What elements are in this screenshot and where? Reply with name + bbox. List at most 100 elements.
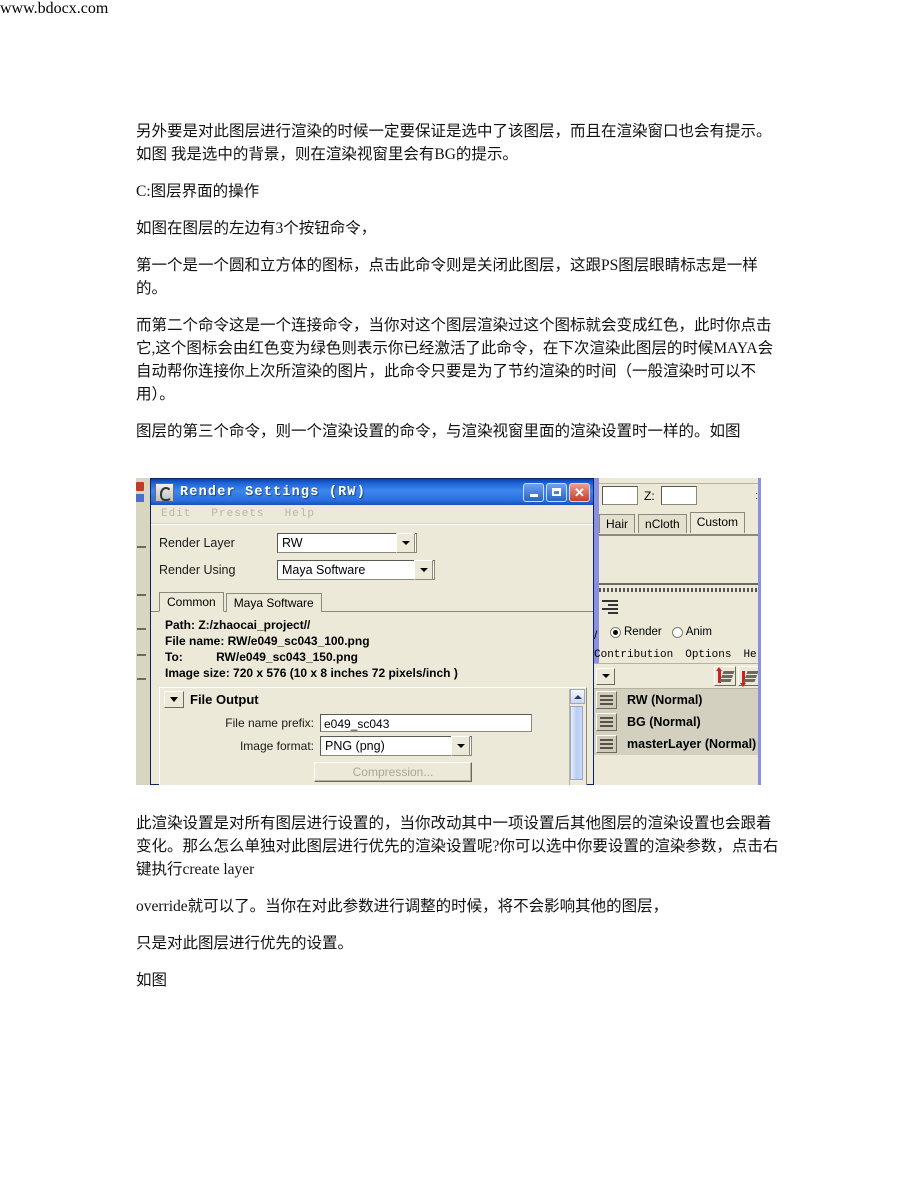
panel-tabs: Hair nCloth Custom bbox=[599, 512, 761, 533]
move-layer-down-button[interactable] bbox=[738, 666, 760, 687]
panel-right-edge bbox=[758, 478, 761, 785]
list-item[interactable]: RW (Normal) bbox=[594, 689, 761, 711]
sliver-divider-5 bbox=[137, 678, 146, 680]
coordinate-row: Z: bbox=[602, 486, 697, 505]
layer-visibility-icon[interactable] bbox=[596, 735, 617, 753]
render-layer-row: Render Layer RW bbox=[159, 531, 585, 555]
render-using-dropdown[interactable]: Maya Software bbox=[277, 560, 435, 580]
paragraph-9: 只是对此图层进行优先的设置。 bbox=[136, 935, 354, 952]
file-output-panel: File Output File name prefix: e049_sc043… bbox=[159, 687, 587, 785]
render-using-value: Maya Software bbox=[282, 563, 366, 577]
info-file-name: File name: RW/e049_sc043_100.png bbox=[165, 634, 370, 648]
render-using-row: Render Using Maya Software bbox=[159, 558, 585, 582]
radio-render-label: Render bbox=[624, 626, 662, 638]
file-output-header[interactable]: File Output bbox=[160, 688, 586, 710]
watermark-text: www.bdocx.com bbox=[0, 0, 109, 17]
radio-render[interactable]: Render bbox=[610, 626, 662, 638]
scroll-up-icon[interactable] bbox=[570, 689, 585, 704]
panel-separator-2 bbox=[599, 583, 761, 585]
radio-anim-icon bbox=[671, 626, 683, 638]
maximize-button[interactable] bbox=[546, 482, 567, 502]
tab-common[interactable]: Common bbox=[159, 592, 224, 612]
arrow-up-icon bbox=[716, 667, 722, 683]
compression-button[interactable]: Compression... bbox=[314, 762, 472, 782]
menu-bar: Edit Presets Help bbox=[151, 505, 593, 524]
layer-stack-icon bbox=[722, 671, 735, 674]
move-layer-up-button[interactable] bbox=[714, 666, 736, 686]
layer-stack-icon bbox=[746, 671, 759, 674]
paragraph-5: 而第二个命令这是一个连接命令，当你对这个图层渲染过这个图标就会变成红色，此时你点… bbox=[136, 317, 774, 403]
chevron-down-icon bbox=[451, 736, 470, 756]
paragraph-2: C:图层界面的操作 bbox=[136, 183, 260, 200]
document-body-lower: 此渲染设置是对所有图层进行设置的，当你改动其中一项设置后其他图层的渲染设置也会跟… bbox=[136, 812, 786, 1006]
render-layer-editor-fragment: Z: : Hair nCloth Custom / Render Anim Co… bbox=[594, 478, 761, 785]
sliver-red-icon bbox=[136, 482, 144, 491]
image-format-dropdown[interactable]: PNG (png) bbox=[320, 736, 472, 756]
panel-top-edge bbox=[599, 478, 761, 484]
window-title: Render Settings (RW) bbox=[180, 484, 367, 500]
z-coordinate-input[interactable] bbox=[660, 486, 697, 505]
sliver-divider-4 bbox=[137, 654, 146, 656]
maximize-icon bbox=[552, 488, 561, 496]
collapse-toggle-icon[interactable] bbox=[164, 691, 184, 708]
render-layer-list: RW (Normal) BG (Normal) masterLayer (Nor… bbox=[594, 689, 761, 755]
sliver-blue-icon bbox=[136, 494, 144, 502]
layer-visibility-icon[interactable] bbox=[596, 691, 617, 709]
menu-options[interactable]: Options bbox=[685, 649, 731, 661]
chevron-down-icon bbox=[414, 560, 433, 580]
info-image-size: Image size: 720 x 576 (10 x 8 inches 72 … bbox=[165, 666, 458, 680]
list-item[interactable]: BG (Normal) bbox=[594, 711, 761, 733]
tab-maya-software[interactable]: Maya Software bbox=[225, 593, 322, 612]
layer-name: BG (Normal) bbox=[627, 715, 701, 729]
maya-background-sliver bbox=[136, 478, 151, 785]
tab-ncloth[interactable]: nCloth bbox=[638, 514, 687, 533]
close-icon: ✕ bbox=[574, 484, 585, 500]
document-page: 另外要是对此图层进行渲染的时候一定要保证是选中了该图层，而且在渲染窗口也会有提示… bbox=[0, 0, 920, 1191]
layer-visibility-icon[interactable] bbox=[596, 713, 617, 731]
render-layer-dropdown[interactable]: RW bbox=[277, 533, 417, 553]
z-label: Z: bbox=[644, 488, 655, 503]
image-format-value: PNG (png) bbox=[325, 739, 385, 753]
file-name-prefix-row: File name prefix: e049_sc043 bbox=[160, 714, 586, 732]
toolbar-icon-group bbox=[714, 666, 761, 687]
list-item[interactable]: masterLayer (Normal) bbox=[594, 733, 761, 755]
panel-separator-1 bbox=[599, 534, 761, 536]
image-format-row: Image format: PNG (png) bbox=[160, 736, 586, 756]
scrollbar-thumb[interactable] bbox=[570, 706, 583, 780]
radio-anim[interactable]: Anim bbox=[671, 626, 712, 638]
render-using-label: Render Using bbox=[159, 563, 236, 577]
chevron-down-icon bbox=[396, 533, 415, 553]
list-view-icon[interactable] bbox=[602, 600, 618, 614]
y-coordinate-input[interactable] bbox=[602, 486, 638, 505]
paragraph-1: 另外要是对此图层进行渲染的时候一定要保证是选中了该图层，而且在渲染窗口也会有提示… bbox=[136, 123, 772, 163]
menu-edit[interactable]: Edit bbox=[161, 508, 191, 520]
minimize-button[interactable] bbox=[523, 482, 544, 502]
radio-anim-label: Anim bbox=[685, 626, 712, 638]
layer-name: masterLayer (Normal) bbox=[627, 737, 757, 751]
title-bar[interactable]: Render Settings (RW) ✕ bbox=[151, 479, 593, 505]
arrow-down-icon bbox=[740, 671, 746, 687]
tab-custom[interactable]: Custom bbox=[689, 512, 746, 533]
panel-dotted-divider bbox=[599, 588, 761, 592]
settings-tabs: Common Maya Software bbox=[151, 591, 593, 612]
file-name-prefix-input[interactable]: e049_sc043 bbox=[320, 714, 532, 732]
info-to: To: RW/e049_sc043_150.png bbox=[165, 650, 358, 664]
tab-hair[interactable]: Hair bbox=[599, 514, 636, 533]
paragraph-6: 图层的第三个命令，则一个渲染设置的命令，与渲染视窗里面的渲染设置时一样的。如图 bbox=[136, 423, 741, 440]
render-info-block: Path: Z:/zhaocai_project// File name: RW… bbox=[151, 612, 593, 685]
render-settings-window: Render Settings (RW) ✕ Edit Presets Help… bbox=[150, 478, 594, 785]
paragraph-10: 如图 bbox=[136, 972, 168, 989]
menu-presets[interactable]: Presets bbox=[211, 508, 264, 520]
image-format-label: Image format: bbox=[239, 739, 314, 753]
vertical-scrollbar[interactable] bbox=[569, 689, 585, 785]
paragraph-3: 如图在图层的左边有3个按钮命令， bbox=[136, 220, 377, 237]
layer-filter-dropdown[interactable] bbox=[596, 667, 615, 685]
sliver-divider-1 bbox=[137, 546, 146, 548]
document-body: 另外要是对此图层进行渲染的时候一定要保证是选中了该图层，而且在渲染窗口也会有提示… bbox=[136, 120, 786, 457]
menu-help[interactable]: Help bbox=[285, 508, 315, 520]
menu-contribution[interactable]: Contribution bbox=[594, 649, 673, 661]
embedded-screenshot: Render Settings (RW) ✕ Edit Presets Help… bbox=[136, 478, 761, 785]
file-name-prefix-label: File name prefix: bbox=[225, 716, 314, 730]
layer-name: RW (Normal) bbox=[627, 693, 703, 707]
close-button[interactable]: ✕ bbox=[569, 482, 590, 502]
